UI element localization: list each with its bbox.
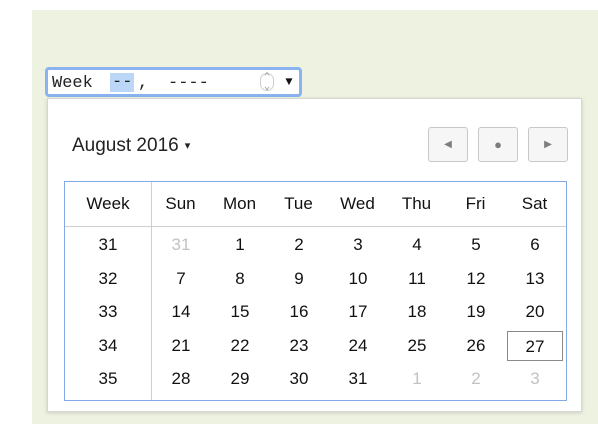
day-cell[interactable]: 17 [330,297,386,327]
header-fri: Fri [465,194,486,213]
calendar-grid: Week Sun Mon Tue Wed Thu Fri Sat 31 31 1 2 3 4 5 6 32 7 8 9… [64,181,567,401]
day-cell[interactable]: 9 [271,264,327,294]
day-cell[interactable]: 28 [153,364,209,394]
day-cell[interactable]: 18 [389,297,445,327]
week-number[interactable]: 33 [65,297,151,327]
day-cell[interactable]: 7 [153,264,209,294]
day-cell[interactable]: 3 [330,230,386,260]
day-cell[interactable]: 6 [507,230,563,260]
chevron-down-icon[interactable]: ▼ [282,72,296,92]
header-sun: Sun [165,194,196,213]
year-field[interactable]: ---- [168,74,209,93]
day-cell[interactable]: 22 [212,331,268,361]
day-cell[interactable]: 27 [507,330,563,361]
day-cell[interactable]: 25 [389,331,445,361]
header-tue: Tue [284,194,313,213]
triangle-right-icon: ▶ [544,139,552,150]
caret-down-icon: ▾ [184,140,191,152]
week-number[interactable]: 32 [65,264,151,294]
month-year-selector[interactable]: August 2016 ▾ [72,135,190,157]
triangle-left-icon: ◀ [444,139,452,150]
day-cell[interactable]: 30 [271,364,327,394]
day-cell[interactable]: 2 [448,364,504,394]
day-cell[interactable]: 12 [448,264,504,294]
day-cell[interactable]: 4 [389,230,445,260]
next-month-button[interactable]: ▶ [528,127,568,162]
day-cell[interactable]: 1 [212,230,268,260]
header-wed: Wed [340,194,375,213]
month-year-label: August 2016 [72,135,179,156]
dot-icon: ● [494,137,502,152]
day-cell[interactable]: 11 [389,264,445,294]
week-number[interactable]: 35 [65,364,151,394]
day-cell[interactable]: 31 [330,364,386,394]
day-cell[interactable]: 8 [212,264,268,294]
header-mon: Mon [222,194,257,213]
week-number-field[interactable]: -- [110,73,135,92]
day-cell[interactable]: 23 [271,331,327,361]
week-input[interactable]: Week -- , ---- ⌃ ⌄ ▼ [45,67,302,97]
day-cell[interactable]: 3 [507,364,563,394]
day-cell[interactable]: 24 [330,331,386,361]
day-cell[interactable]: 1 [389,364,445,394]
day-cell[interactable]: 10 [330,264,386,294]
day-cell[interactable]: 21 [153,331,209,361]
day-cell[interactable]: 14 [153,297,209,327]
today-button[interactable]: ● [478,127,518,162]
header-sat: Sat [521,194,548,213]
spinner-icon[interactable]: ⌃ ⌄ [260,73,274,93]
day-cell[interactable]: 15 [212,297,268,327]
day-cell[interactable]: 13 [507,264,563,294]
previous-month-button[interactable]: ◀ [428,127,468,162]
day-cell[interactable]: 19 [448,297,504,327]
week-number[interactable]: 31 [65,230,151,260]
day-cell[interactable]: 16 [271,297,327,327]
day-cell[interactable]: 5 [448,230,504,260]
day-cell[interactable]: 26 [448,331,504,361]
day-cell[interactable]: 2 [271,230,327,260]
calendar-popup: August 2016 ▾ ◀ ● ▶ Week Sun Mon Tue Wed Thu Fr… [47,98,582,412]
week-prefix-label: Week [52,74,93,93]
header-week: Week [86,194,130,213]
day-cell[interactable]: 31 [153,230,209,260]
header-thu: Thu [401,194,432,213]
week-separator: , [138,74,149,93]
day-cell[interactable]: 20 [507,297,563,327]
day-cell[interactable]: 29 [212,364,268,394]
week-number[interactable]: 34 [65,331,151,361]
